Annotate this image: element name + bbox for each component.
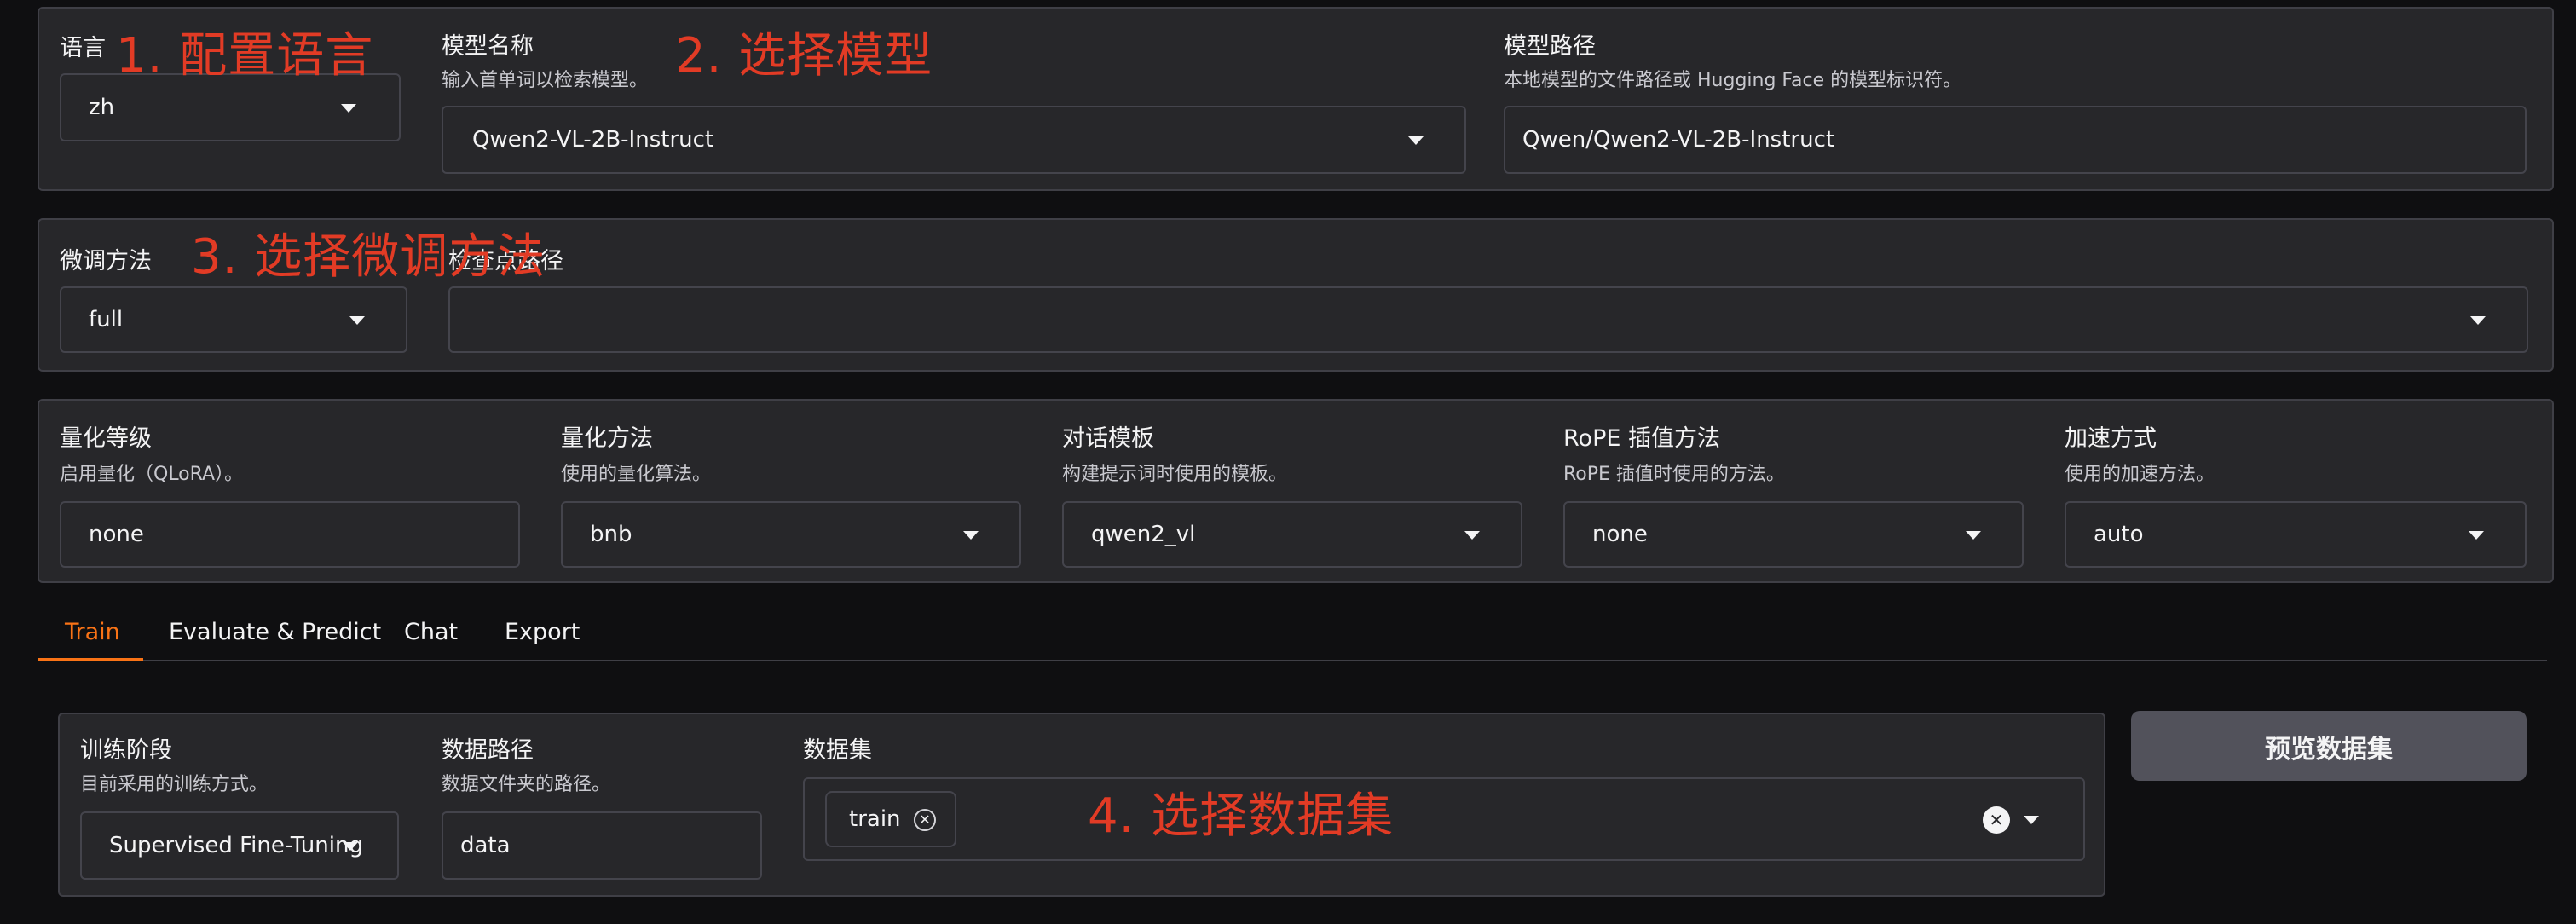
stage-value: Supervised Fine-Tuning xyxy=(109,833,363,858)
finetuning-value: full xyxy=(89,307,124,332)
chevron-down-icon[interactable] xyxy=(2024,816,2039,824)
train-panel: 训练阶段 目前采用的训练方式。 Supervised Fine-Tuning 数… xyxy=(58,713,2105,897)
model-name-info: 输入首单词以检索模型。 xyxy=(442,70,649,91)
tab-export[interactable]: Export xyxy=(505,619,580,645)
quant-method-dropdown[interactable]: bnb xyxy=(561,501,1021,568)
dataset-dir-label: 数据路径 xyxy=(442,737,534,764)
chevron-down-icon xyxy=(1966,531,1981,540)
rope-label: RoPE 插值方法 xyxy=(1563,425,1720,452)
tab-bar: Train Evaluate & Predict Chat Export xyxy=(38,607,2547,661)
model-name-label: 模型名称 xyxy=(442,33,534,60)
tab-train[interactable]: Train xyxy=(38,607,143,661)
chevron-down-icon xyxy=(349,316,365,325)
booster-dropdown[interactable]: auto xyxy=(2065,501,2527,568)
quant-bit-info: 启用量化（QLoRA）。 xyxy=(60,464,244,485)
tab-chat[interactable]: Chat xyxy=(404,619,458,645)
chevron-down-icon xyxy=(2470,316,2486,325)
annotation-select-dataset: 4. 选择数据集 xyxy=(1088,788,1395,844)
model-path-value: Qwen/Qwen2-VL-2B-Instruct xyxy=(1522,127,1835,153)
template-label: 对话模板 xyxy=(1062,425,1154,452)
dataset-label: 数据集 xyxy=(803,737,872,764)
chip-remove-icon[interactable]: ✕ xyxy=(914,809,936,831)
model-path-info: 本地模型的文件路径或 Hugging Face 的模型标识符。 xyxy=(1504,70,1962,91)
dataset-chip: train ✕ xyxy=(825,791,956,847)
tab-evaluate[interactable]: Evaluate & Predict xyxy=(169,619,381,645)
dataset-chip-label: train xyxy=(849,806,901,832)
stage-dropdown[interactable]: Supervised Fine-Tuning xyxy=(80,811,399,880)
model-name-dropdown[interactable]: Qwen2-VL-2B-Instruct xyxy=(442,106,1466,174)
quant-bit-dropdown[interactable]: none xyxy=(60,501,520,568)
dataset-multiselect[interactable]: train ✕ ✕ xyxy=(803,777,2085,861)
quant-method-value: bnb xyxy=(590,522,632,547)
template-dropdown[interactable]: qwen2_vl xyxy=(1062,501,1522,568)
chevron-down-icon xyxy=(963,531,979,540)
rope-info: RoPE 插值时使用的方法。 xyxy=(1563,464,1785,485)
language-value: zh xyxy=(89,95,115,120)
quant-bit-label: 量化等级 xyxy=(60,425,152,452)
language-label: 语言 xyxy=(60,35,106,61)
checkpoint-dropdown[interactable] xyxy=(448,286,2528,353)
chevron-down-icon xyxy=(343,842,358,851)
template-info: 构建提示词时使用的模板。 xyxy=(1062,464,1288,485)
rope-dropdown[interactable]: none xyxy=(1563,501,2024,568)
stage-info: 目前采用的训练方式。 xyxy=(80,774,269,795)
annotation-configure-language: 1. 配置语言 xyxy=(116,28,374,84)
dataset-dir-info: 数据文件夹的路径。 xyxy=(442,774,611,795)
advanced-panel: 量化等级 启用量化（QLoRA）。 none 量化方法 使用的量化算法。 bnb… xyxy=(38,399,2554,583)
chevron-down-icon xyxy=(341,104,356,113)
stage-label: 训练阶段 xyxy=(80,737,172,764)
booster-info: 使用的加速方法。 xyxy=(2065,464,2215,485)
chevron-down-icon xyxy=(1408,136,1424,145)
annotation-select-finetune: 3. 选择微调方法 xyxy=(191,229,546,285)
model-panel: 语言 zh 模型名称 输入首单词以检索模型。 Qwen2-VL-2B-Instr… xyxy=(38,7,2554,191)
dataset-dir-value: data xyxy=(460,833,511,858)
booster-label: 加速方式 xyxy=(2065,425,2157,452)
chevron-down-icon xyxy=(1464,531,1480,540)
dataset-dir-input[interactable]: data xyxy=(442,811,762,880)
preview-dataset-button[interactable]: 预览数据集 xyxy=(2131,711,2527,781)
rope-value: none xyxy=(1592,522,1648,547)
model-path-input[interactable]: Qwen/Qwen2-VL-2B-Instruct xyxy=(1504,106,2527,174)
model-path-label: 模型路径 xyxy=(1504,33,1596,60)
quant-bit-value: none xyxy=(89,522,144,547)
tab-train-label: Train xyxy=(65,619,120,645)
annotation-select-model: 2. 选择模型 xyxy=(675,28,933,84)
model-name-value: Qwen2-VL-2B-Instruct xyxy=(472,127,714,153)
template-value: qwen2_vl xyxy=(1091,522,1196,547)
finetuning-label: 微调方法 xyxy=(60,248,152,274)
quant-method-info: 使用的量化算法。 xyxy=(561,464,712,485)
booster-value: auto xyxy=(2094,522,2144,547)
preview-dataset-button-label: 预览数据集 xyxy=(2265,735,2393,765)
finetuning-dropdown[interactable]: full xyxy=(60,286,407,353)
quant-method-label: 量化方法 xyxy=(561,425,653,452)
clear-all-icon[interactable]: ✕ xyxy=(1983,806,2010,834)
chevron-down-icon xyxy=(2469,531,2484,540)
